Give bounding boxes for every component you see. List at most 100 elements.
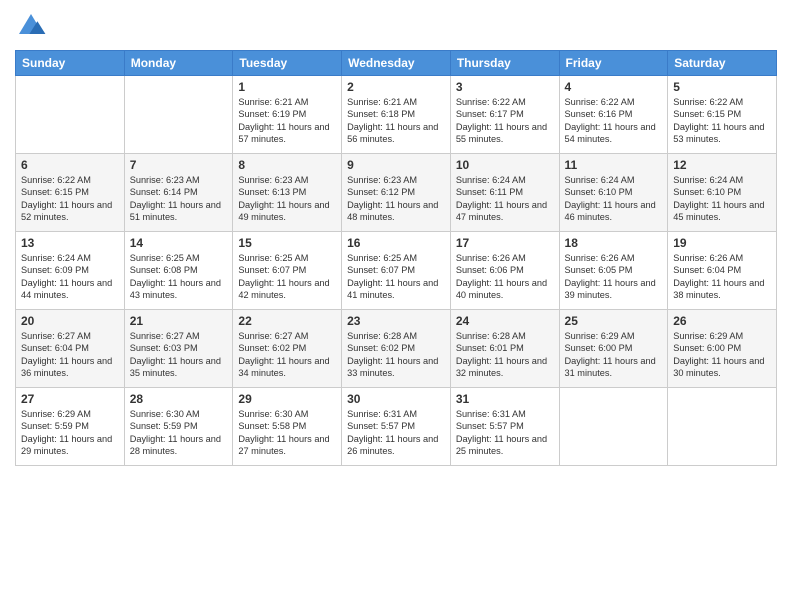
day-info: Sunrise: 6:23 AM Sunset: 6:12 PM Dayligh… — [347, 174, 445, 224]
day-info: Sunrise: 6:29 AM Sunset: 6:00 PM Dayligh… — [673, 330, 771, 380]
calendar-week-3: 20 Sunrise: 6:27 AM Sunset: 6:04 PM Dayli… — [16, 310, 777, 388]
day-header-thursday: Thursday — [450, 51, 559, 76]
calendar-cell: 1 Sunrise: 6:21 AM Sunset: 6:19 PM Daylig… — [233, 76, 342, 154]
day-info: Sunrise: 6:26 AM Sunset: 6:04 PM Dayligh… — [673, 252, 771, 302]
calendar-cell: 25 Sunrise: 6:29 AM Sunset: 6:00 PM Dayli… — [559, 310, 668, 388]
day-number: 14 — [130, 236, 228, 250]
calendar-cell: 24Sunrise: 6:28 AM Sunset: 6:01 PM Dayli… — [450, 310, 559, 388]
calendar-cell: 16 Sunrise: 6:25 AM Sunset: 6:07 PM Dayli… — [342, 232, 451, 310]
day-info: Sunrise: 6:23 AM Sunset: 6:13 PM Dayligh… — [238, 174, 336, 224]
day-info: Sunrise: 6:22 AM Sunset: 6:17 PM Dayligh… — [456, 96, 554, 146]
calendar-cell: 3 Sunrise: 6:22 AM Sunset: 6:17 PM Daylig… — [450, 76, 559, 154]
day-info: Sunrise: 6:24 AM Sunset: 6:11 PM Dayligh… — [456, 174, 554, 224]
calendar-cell: 12 Sunrise: 6:24 AM Sunset: 6:10 PM Dayli… — [668, 154, 777, 232]
day-number: 20 — [21, 314, 119, 328]
calendar-week-4: 27 Sunrise: 6:29 AM Sunset: 5:59 PM Dayli… — [16, 388, 777, 466]
day-info: Sunrise: 6:27 AM Sunset: 6:03 PM Dayligh… — [130, 330, 228, 380]
calendar-cell: 20 Sunrise: 6:27 AM Sunset: 6:04 PM Dayli… — [16, 310, 125, 388]
calendar-cell: 2 Sunrise: 6:21 AM Sunset: 6:18 PM Daylig… — [342, 76, 451, 154]
day-info: Sunrise: 6:31 AM Sunset: 5:57 PM Dayligh… — [347, 408, 445, 458]
calendar-cell: 28Sunrise: 6:30 AM Sunset: 5:59 PM Dayli… — [124, 388, 233, 466]
calendar-cell: 13 Sunrise: 6:24 AM Sunset: 6:09 PM Dayli… — [16, 232, 125, 310]
logo-icon — [15, 10, 47, 42]
day-number: 18 — [565, 236, 663, 250]
day-number: 7 — [130, 158, 228, 172]
calendar-cell — [559, 388, 668, 466]
day-info: Sunrise: 6:25 AM Sunset: 6:07 PM Dayligh… — [238, 252, 336, 302]
calendar-cell: 23 Sunrise: 6:28 AM Sunset: 6:02 PM Dayli… — [342, 310, 451, 388]
day-number: 17 — [456, 236, 554, 250]
day-info: Sunrise: 6:24 AM Sunset: 6:09 PM Dayligh… — [21, 252, 119, 302]
calendar-cell: 8 Sunrise: 6:23 AM Sunset: 6:13 PM Daylig… — [233, 154, 342, 232]
calendar-cell: 18 Sunrise: 6:26 AM Sunset: 6:05 PM Dayli… — [559, 232, 668, 310]
day-number: 1 — [238, 80, 336, 94]
calendar-cell: 29 Sunrise: 6:30 AM Sunset: 5:58 PM Dayli… — [233, 388, 342, 466]
calendar-cell: 14 Sunrise: 6:25 AM Sunset: 6:08 PM Dayli… — [124, 232, 233, 310]
calendar: SundayMondayTuesdayWednesdayThursdayFrid… — [15, 50, 777, 466]
day-number: 5 — [673, 80, 771, 94]
day-info: Sunrise: 6:22 AM Sunset: 6:15 PM Dayligh… — [673, 96, 771, 146]
day-number: 2 — [347, 80, 445, 94]
day-number: 10 — [456, 158, 554, 172]
day-number: 25 — [565, 314, 663, 328]
day-number: 22 — [238, 314, 336, 328]
day-info: Sunrise: 6:30 AM Sunset: 5:59 PM Dayligh… — [130, 408, 228, 458]
day-info: Sunrise: 6:24 AM Sunset: 6:10 PM Dayligh… — [673, 174, 771, 224]
day-header-saturday: Saturday — [668, 51, 777, 76]
day-info: Sunrise: 6:29 AM Sunset: 5:59 PM Dayligh… — [21, 408, 119, 458]
day-number: 9 — [347, 158, 445, 172]
calendar-week-2: 13 Sunrise: 6:24 AM Sunset: 6:09 PM Dayli… — [16, 232, 777, 310]
day-number: 16 — [347, 236, 445, 250]
day-info: Sunrise: 6:26 AM Sunset: 6:06 PM Dayligh… — [456, 252, 554, 302]
calendar-cell: 17 Sunrise: 6:26 AM Sunset: 6:06 PM Dayli… — [450, 232, 559, 310]
day-number: 23 — [347, 314, 445, 328]
calendar-cell: 27 Sunrise: 6:29 AM Sunset: 5:59 PM Dayli… — [16, 388, 125, 466]
calendar-week-0: 1 Sunrise: 6:21 AM Sunset: 6:19 PM Daylig… — [16, 76, 777, 154]
day-number: 30 — [347, 392, 445, 406]
day-info: Sunrise: 6:28 AM Sunset: 6:01 PM Dayligh… — [456, 330, 554, 380]
day-header-tuesday: Tuesday — [233, 51, 342, 76]
day-number: 8 — [238, 158, 336, 172]
day-info: Sunrise: 6:29 AM Sunset: 6:00 PM Dayligh… — [565, 330, 663, 380]
calendar-cell: 30 Sunrise: 6:31 AM Sunset: 5:57 PM Dayli… — [342, 388, 451, 466]
day-info: Sunrise: 6:27 AM Sunset: 6:04 PM Dayligh… — [21, 330, 119, 380]
day-info: Sunrise: 6:21 AM Sunset: 6:18 PM Dayligh… — [347, 96, 445, 146]
day-header-friday: Friday — [559, 51, 668, 76]
day-number: 29 — [238, 392, 336, 406]
day-number: 15 — [238, 236, 336, 250]
calendar-cell: 7Sunrise: 6:23 AM Sunset: 6:14 PM Daylig… — [124, 154, 233, 232]
day-info: Sunrise: 6:30 AM Sunset: 5:58 PM Dayligh… — [238, 408, 336, 458]
day-info: Sunrise: 6:22 AM Sunset: 6:16 PM Dayligh… — [565, 96, 663, 146]
calendar-cell: 31Sunrise: 6:31 AM Sunset: 5:57 PM Dayli… — [450, 388, 559, 466]
day-info: Sunrise: 6:25 AM Sunset: 6:07 PM Dayligh… — [347, 252, 445, 302]
day-info: Sunrise: 6:21 AM Sunset: 6:19 PM Dayligh… — [238, 96, 336, 146]
calendar-cell — [16, 76, 125, 154]
day-info: Sunrise: 6:25 AM Sunset: 6:08 PM Dayligh… — [130, 252, 228, 302]
day-info: Sunrise: 6:28 AM Sunset: 6:02 PM Dayligh… — [347, 330, 445, 380]
day-number: 6 — [21, 158, 119, 172]
calendar-cell: 26Sunrise: 6:29 AM Sunset: 6:00 PM Dayli… — [668, 310, 777, 388]
calendar-cell: 15 Sunrise: 6:25 AM Sunset: 6:07 PM Dayli… — [233, 232, 342, 310]
day-info: Sunrise: 6:22 AM Sunset: 6:15 PM Dayligh… — [21, 174, 119, 224]
calendar-cell — [124, 76, 233, 154]
day-number: 13 — [21, 236, 119, 250]
day-info: Sunrise: 6:26 AM Sunset: 6:05 PM Dayligh… — [565, 252, 663, 302]
calendar-cell: 6 Sunrise: 6:22 AM Sunset: 6:15 PM Daylig… — [16, 154, 125, 232]
day-header-sunday: Sunday — [16, 51, 125, 76]
calendar-cell: 10 Sunrise: 6:24 AM Sunset: 6:11 PM Dayli… — [450, 154, 559, 232]
calendar-cell: 22Sunrise: 6:27 AM Sunset: 6:02 PM Dayli… — [233, 310, 342, 388]
day-info: Sunrise: 6:24 AM Sunset: 6:10 PM Dayligh… — [565, 174, 663, 224]
logo — [15, 10, 51, 42]
day-number: 19 — [673, 236, 771, 250]
calendar-cell: 5 Sunrise: 6:22 AM Sunset: 6:15 PM Daylig… — [668, 76, 777, 154]
day-number: 27 — [21, 392, 119, 406]
day-number: 31 — [456, 392, 554, 406]
day-number: 12 — [673, 158, 771, 172]
day-header-monday: Monday — [124, 51, 233, 76]
calendar-cell: 9 Sunrise: 6:23 AM Sunset: 6:12 PM Daylig… — [342, 154, 451, 232]
calendar-cell: 4Sunrise: 6:22 AM Sunset: 6:16 PM Daylig… — [559, 76, 668, 154]
day-number: 3 — [456, 80, 554, 94]
day-number: 11 — [565, 158, 663, 172]
calendar-cell: 19 Sunrise: 6:26 AM Sunset: 6:04 PM Dayli… — [668, 232, 777, 310]
calendar-header-row: SundayMondayTuesdayWednesdayThursdayFrid… — [16, 51, 777, 76]
